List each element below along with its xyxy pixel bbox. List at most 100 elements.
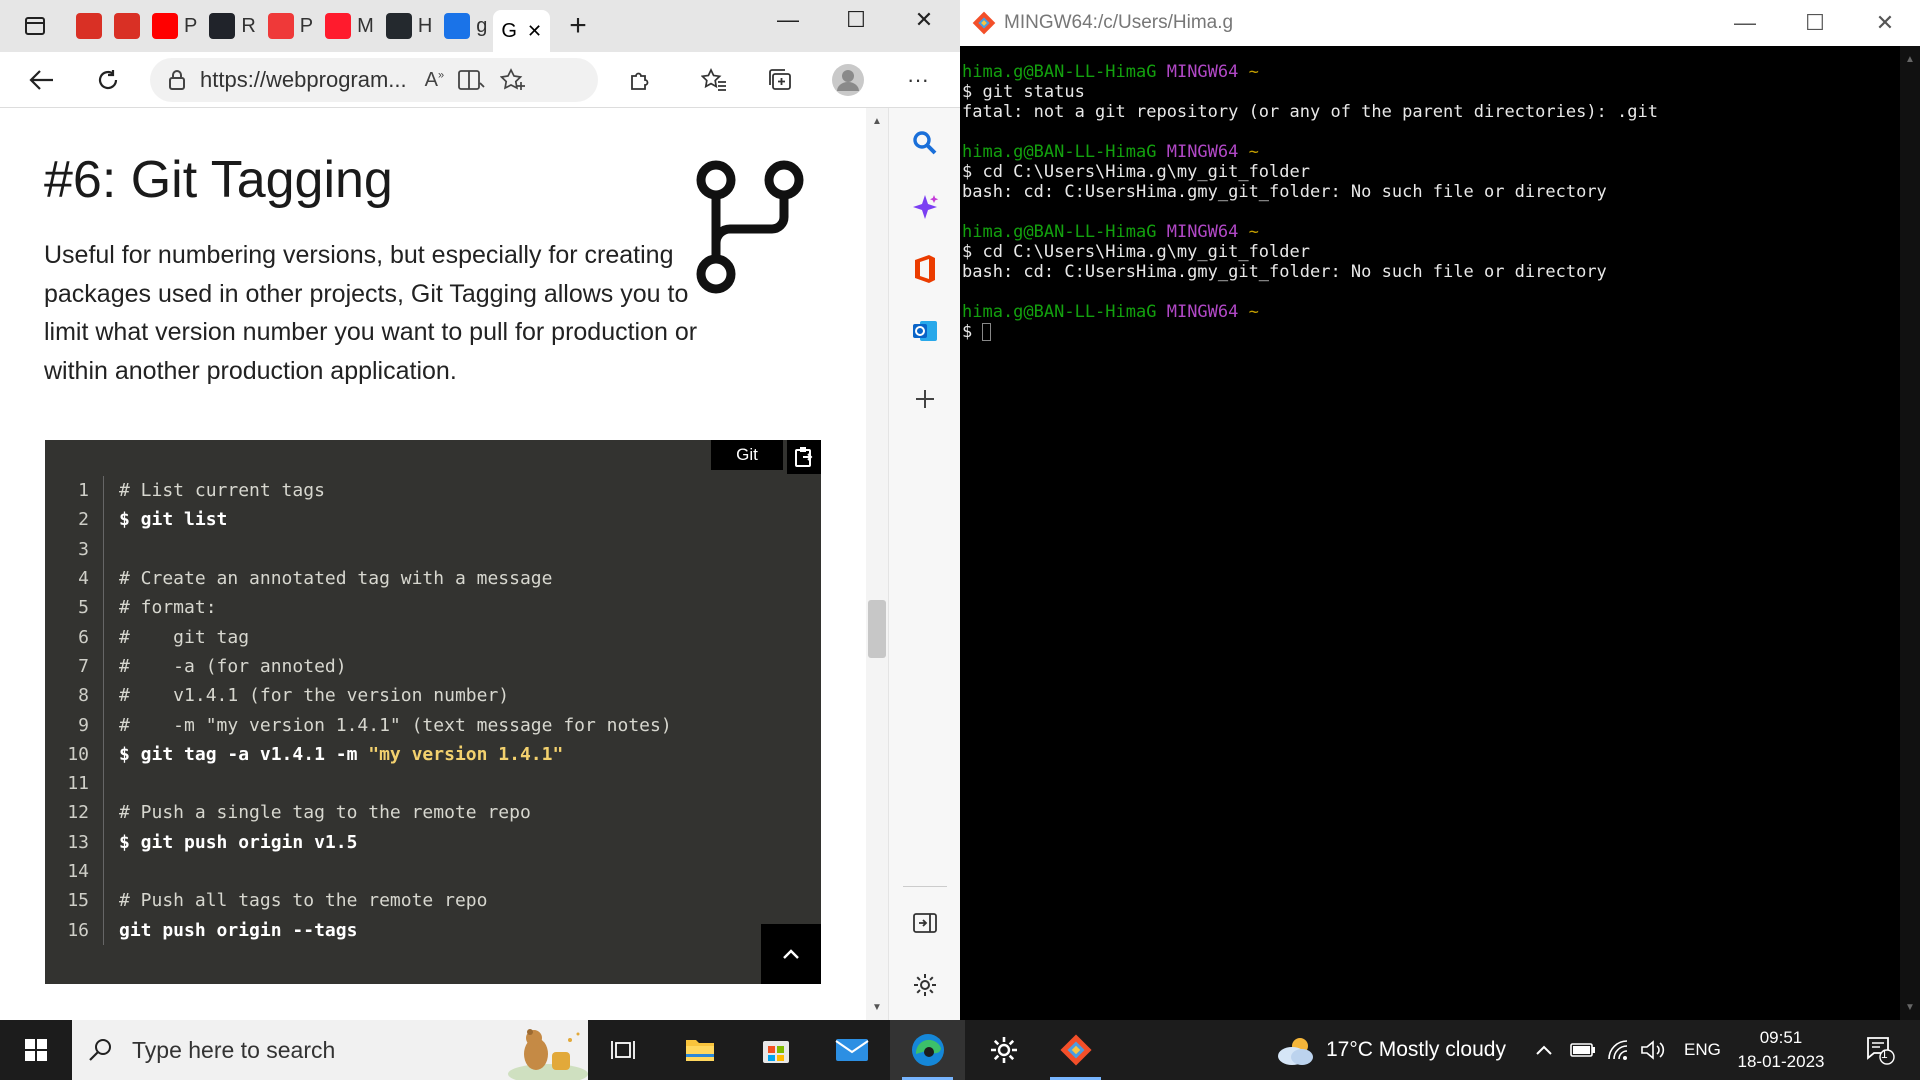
maximize-button[interactable]: ☐ — [822, 0, 890, 40]
hide-sidebar-button[interactable] — [889, 896, 960, 950]
terminal-output-line: bash: cd: C:UsersHima.gmy_git_folder: No… — [962, 182, 1607, 202]
volume-button[interactable] — [1640, 1020, 1666, 1080]
tab-7[interactable]: H — [380, 0, 438, 52]
notification-icon — [1867, 1037, 1895, 1065]
gutter-divider — [103, 681, 104, 711]
add-icon — [916, 390, 934, 408]
gutter-divider — [103, 739, 104, 769]
collections-button[interactable] — [756, 52, 804, 108]
gutter-divider — [103, 534, 104, 564]
tab-active[interactable]: G ✕ — [493, 10, 551, 52]
code-text: # List current tags — [119, 480, 325, 502]
folder-icon — [685, 1040, 714, 1061]
copy-code-button[interactable] — [787, 440, 821, 474]
start-button[interactable] — [0, 1020, 72, 1080]
task-view-button[interactable] — [586, 1020, 661, 1080]
more-options-button[interactable]: ··· — [894, 52, 942, 108]
edge-taskbar-button[interactable] — [890, 1020, 965, 1080]
code-line: 13 $ git push origin v1.5 — [45, 827, 821, 857]
chevron-up-icon — [783, 949, 799, 959]
code-line: 8 # v1.4.1 (for the version number) — [45, 681, 821, 711]
new-tab-button[interactable]: + — [550, 9, 606, 43]
gutter-divider — [103, 563, 104, 594]
file-explorer-button[interactable] — [662, 1020, 737, 1080]
sidebar-search-button[interactable] — [889, 116, 960, 170]
tab-2[interactable] — [108, 0, 146, 52]
prompt-path: ~ — [1248, 62, 1259, 82]
terminal-scroll-up-icon[interactable]: ▲ — [1903, 52, 1917, 66]
terminal-command: $ git status — [962, 82, 1085, 102]
pdf-icon — [76, 13, 102, 39]
terminal-output[interactable]: hima.g@BAN-LL-HimaG MINGW64 ~ $ git statu… — [962, 62, 1892, 342]
git-bash-taskbar-button[interactable] — [1038, 1020, 1113, 1080]
terminal-prompt: hima.g@BAN-LL-HimaG MINGW64 ~ — [962, 62, 1892, 82]
scrollbar-thumb[interactable] — [868, 600, 886, 658]
weather-widget[interactable]: 17°C Mostly cloudy — [1274, 1020, 1506, 1080]
close-tab-icon[interactable]: ✕ — [527, 21, 542, 42]
settings-taskbar-button[interactable] — [966, 1020, 1041, 1080]
code-line: 14 — [45, 856, 821, 887]
taskbar-search[interactable]: Type here to search — [72, 1020, 588, 1080]
refresh-button[interactable] — [78, 52, 138, 108]
read-aloud-icon[interactable]: A» — [425, 69, 444, 92]
page-scrollbar[interactable]: ▲ ▼ — [866, 108, 888, 1020]
scroll-down-icon[interactable]: ▼ — [870, 1000, 884, 1014]
terminal-close-button[interactable]: ✕ — [1850, 0, 1920, 46]
sidebar-settings-button[interactable] — [889, 958, 960, 1012]
url-text[interactable]: https://webprogram... — [200, 67, 407, 93]
language-indicator[interactable]: ENG — [1684, 1020, 1721, 1080]
battery-button[interactable] — [1570, 1020, 1596, 1080]
tab-6[interactable]: M — [319, 0, 380, 52]
page-paragraph: Useful for numbering versions, but espec… — [44, 241, 698, 385]
git-branch-icon — [696, 160, 804, 294]
microsoft-store-button[interactable] — [738, 1020, 813, 1080]
line-number: 5 — [78, 597, 89, 619]
clock-time: 09:51 — [1759, 1028, 1803, 1047]
clock[interactable]: 09:51 18-01-2023 — [1720, 1026, 1842, 1074]
git-bash-icon — [1059, 1034, 1092, 1066]
terminal-maximize-button[interactable]: ☐ — [1780, 0, 1850, 46]
sidebar-copilot-button[interactable] — [889, 180, 960, 234]
url-bar[interactable]: https://webprogram... A» — [150, 58, 598, 102]
add-favorite-icon[interactable] — [500, 68, 526, 92]
tab-5[interactable]: P — [262, 0, 319, 52]
search-highlight-illustration-icon — [508, 1029, 588, 1080]
prompt-env: MINGW64 — [1166, 62, 1239, 82]
copy-icon — [795, 447, 813, 467]
terminal-scrollbar[interactable]: ▲ ▼ — [1900, 46, 1920, 1020]
line-number: 11 — [67, 773, 89, 795]
line-number: 3 — [78, 538, 89, 560]
close-button[interactable]: ✕ — [890, 0, 958, 40]
profile-button[interactable] — [824, 52, 872, 108]
sidebar-outlook-button[interactable] — [889, 304, 960, 358]
terminal-minimize-button[interactable]: — — [1710, 0, 1780, 46]
page-content: #6: Git Tagging Useful for numbering ver… — [0, 108, 888, 1020]
scroll-to-top-button[interactable] — [761, 924, 821, 984]
mail-button[interactable] — [814, 1020, 889, 1080]
back-button[interactable] — [12, 52, 72, 108]
minimize-button[interactable]: — — [754, 0, 822, 40]
tab-1[interactable] — [70, 0, 108, 52]
favorites-button[interactable] — [690, 52, 738, 108]
youtube-icon — [152, 13, 178, 39]
tab-8[interactable]: g — [438, 0, 493, 52]
extensions-button[interactable] — [616, 52, 664, 108]
scroll-up-icon[interactable]: ▲ — [870, 114, 884, 128]
notifications-button[interactable]: 1 — [1856, 1020, 1904, 1080]
tab-actions-button[interactable] — [0, 0, 70, 52]
network-button[interactable] — [1606, 1020, 1632, 1080]
code-text: # -a (for annoted) — [119, 655, 347, 677]
tab-3[interactable]: P — [146, 0, 203, 52]
code-text: $ git tag -a v1.4.1 -m — [119, 743, 369, 765]
line-number: 6 — [78, 626, 89, 648]
terminal-scroll-down-icon[interactable]: ▼ — [1903, 1000, 1917, 1014]
show-hidden-icons-button[interactable] — [1534, 1020, 1554, 1080]
sidebar-office-button[interactable] — [889, 242, 960, 296]
tab-4[interactable]: R — [203, 0, 261, 52]
sidebar-add-button[interactable] — [889, 372, 960, 426]
immersive-reader-icon[interactable] — [458, 69, 486, 91]
terminal-prompt: hima.g@BAN-LL-HimaG MINGW64 ~ — [962, 142, 1892, 162]
gutter-divider — [103, 915, 104, 945]
line-number: 9 — [78, 714, 89, 736]
opera-icon — [325, 13, 352, 39]
